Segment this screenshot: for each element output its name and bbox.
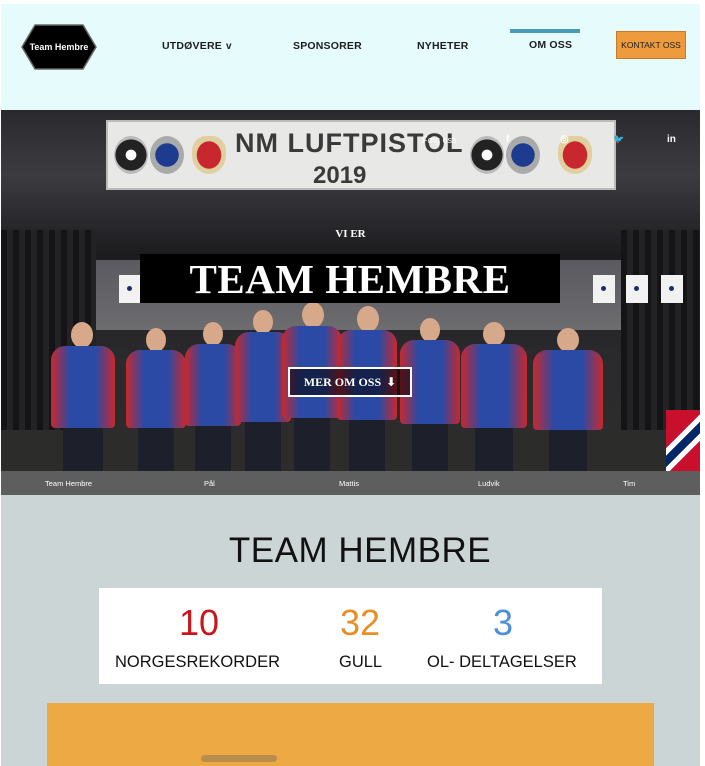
featured-block-handle — [201, 755, 277, 762]
page-frame: Team Hembre UTDØVERE v SPONSORER NYHETER … — [1, 4, 700, 766]
slide-tab-mattis[interactable]: Mattis — [339, 471, 359, 495]
featured-block — [47, 703, 654, 766]
slide-tab-ludvik[interactable]: Ludvik — [478, 471, 500, 495]
team-member-figure — [531, 328, 605, 471]
target-card — [626, 275, 648, 303]
more-about-us-label: MER OM OSS — [303, 374, 382, 389]
target-card — [661, 275, 683, 303]
hero-curtain-right — [621, 230, 700, 430]
instagram-icon[interactable]: ◎ — [560, 134, 569, 145]
hero-title-box: TEAM HEMBRE — [140, 254, 560, 303]
contact-button[interactable]: KONTAKT OSS — [616, 31, 686, 59]
team-member-figure — [124, 328, 188, 471]
logo-text: Team Hembre — [29, 42, 89, 52]
badge-icon — [114, 136, 148, 174]
nav-label: UTDØVERE — [162, 40, 222, 52]
badge-icon — [192, 136, 226, 174]
badge-icon — [506, 136, 540, 174]
stat-value-olympics: 3 — [493, 602, 514, 643]
hero-title: TEAM HEMBRE — [189, 255, 511, 302]
follow-us-text: Følg oss — [422, 135, 457, 145]
team-member-figure — [47, 322, 119, 471]
site-header: Team Hembre UTDØVERE v SPONSORER NYHETER … — [1, 4, 700, 110]
nav-active-indicator — [510, 29, 580, 33]
target-card — [119, 275, 141, 303]
hero-section: NM LUFTPISTOL 2019 Følg oss f ◎ 🐦 in VI … — [1, 110, 700, 471]
stat-label-records: NORGESREKORDER — [115, 653, 281, 671]
stat-value-records: 10 — [179, 602, 220, 643]
hero-kicker: VI ER — [335, 228, 366, 240]
stats-card: 10 NORGESREKORDER 32 GULL 3 OL- DELTAGEL… — [99, 588, 602, 684]
linkedin-icon[interactable]: in — [667, 134, 676, 145]
badge-icon — [470, 136, 504, 174]
slide-tab-tim[interactable]: Tim — [623, 471, 635, 495]
slider-thumbnail-strip: Team Hembre Pål Mattis Ludvik Tim — [1, 471, 700, 495]
arrow-down-icon: ⬇ — [386, 375, 397, 389]
nav-item-sponsorer[interactable]: SPONSORER — [293, 40, 362, 52]
norway-flag — [666, 410, 700, 471]
nav-item-om-oss[interactable]: OM OSS — [529, 39, 572, 51]
nav-item-utdovere[interactable]: UTDØVERE v — [162, 40, 232, 52]
chevron-down-icon: v — [225, 41, 232, 52]
badge-icon — [150, 136, 184, 174]
stat-label-gold: GULL — [339, 653, 383, 671]
stats-title: TEAM HEMBRE — [228, 531, 492, 570]
nm-banner: NM LUFTPISTOL 2019 — [106, 120, 616, 190]
stat-label-olympics: OL- DELTAGELSER — [427, 653, 577, 671]
target-card — [593, 275, 615, 303]
team-member-figure — [459, 322, 529, 471]
more-about-us-button[interactable]: MER OM OSS ⬇ — [288, 367, 412, 397]
slide-tab-team-hembre[interactable]: Team Hembre — [45, 471, 92, 495]
logo[interactable]: Team Hembre — [21, 24, 97, 70]
nav-item-nyheter[interactable]: NYHETER — [417, 40, 469, 52]
stat-value-gold: 32 — [340, 602, 381, 643]
twitter-icon[interactable]: 🐦 — [613, 134, 624, 145]
stats-section: TEAM HEMBRE 10 NORGESREKORDER 32 GULL 3 … — [1, 495, 700, 766]
banner-year: 2019 — [313, 162, 367, 189]
facebook-icon[interactable]: f — [506, 134, 509, 145]
slide-tab-pal[interactable]: Pål — [204, 471, 215, 495]
